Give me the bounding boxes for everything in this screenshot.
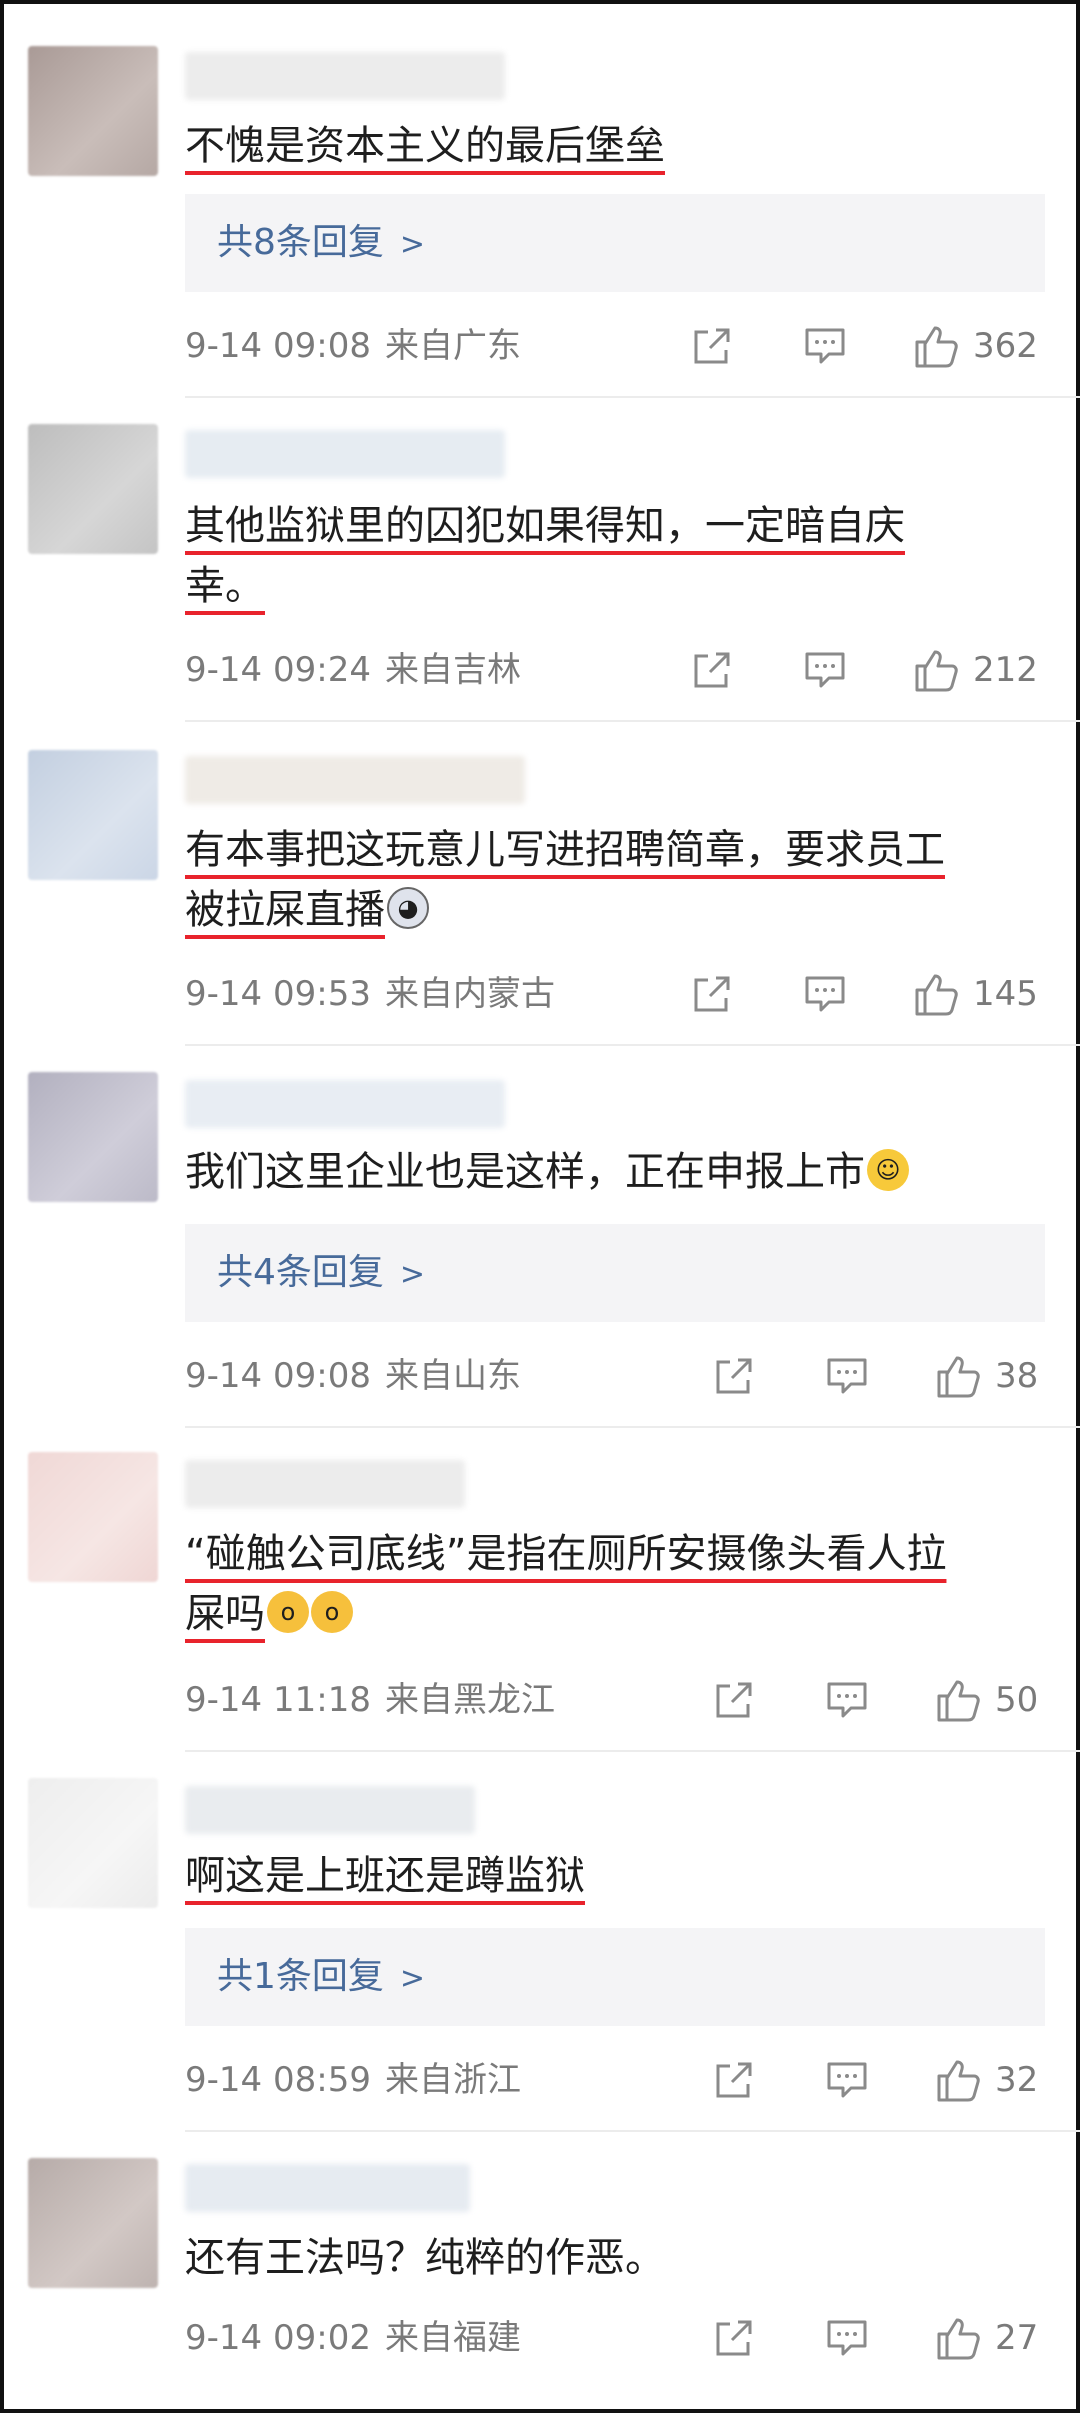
like-count: 362 [973, 326, 1038, 366]
like-button[interactable]: 362 [913, 316, 1038, 376]
avatar[interactable] [28, 750, 158, 880]
avatar[interactable] [28, 1072, 158, 1202]
timestamp: 9-14 09:53 [185, 974, 371, 1014]
chevron-right-icon: > [399, 1961, 426, 1996]
timestamp: 9-14 09:02 [185, 2318, 371, 2358]
location: 来自广东 [384, 326, 521, 366]
avatar[interactable] [28, 1778, 158, 1908]
scared-emoji: o [267, 1591, 309, 1633]
like-count: 27 [995, 2318, 1039, 2358]
thumbs-up-icon [937, 1356, 980, 1398]
thumbs-up-icon [915, 326, 958, 368]
thumbs-up-icon [915, 974, 958, 1016]
thumbs-up-icon [915, 650, 958, 692]
divider [185, 1044, 1080, 1046]
username-blurred[interactable] [185, 2164, 470, 2212]
comment-text: 我们这里企业也是这样，正在申报上市 ☺ [185, 1142, 1045, 1202]
comment-meta: 9-14 09:02 来自福建 27 [185, 2308, 1045, 2368]
comment-meta: 9-14 11:18 来自黑龙江 50 [185, 1670, 1045, 1730]
divider [185, 1426, 1080, 1428]
grin-emoji: ☺ [867, 1149, 909, 1191]
username-blurred[interactable] [185, 430, 505, 478]
like-button[interactable]: 27 [935, 2308, 1038, 2368]
chevron-right-icon: > [399, 227, 426, 262]
like-count: 50 [995, 1680, 1039, 1720]
timestamp: 9-14 09:08 [185, 326, 371, 366]
comment-text: 不愧是资本主义的最后堡垒 [185, 123, 665, 169]
like-count: 145 [973, 974, 1038, 1014]
view-replies-button[interactable]: 共1条回复 > [185, 1928, 1045, 2026]
divider [185, 2130, 1080, 2132]
comment-meta: 9-14 09:08 来自山东 38 [185, 1346, 1045, 1406]
scared-emoji: o [311, 1591, 353, 1633]
thumbs-up-icon [937, 2060, 980, 2102]
location: 来自黑龙江 [384, 1680, 555, 1720]
comment-meta: 9-14 08:59 来自浙江 32 [185, 2050, 1045, 2110]
like-count: 212 [973, 650, 1038, 690]
comment-icon[interactable] [825, 2058, 869, 2102]
comment-meta: 9-14 09:24 来自吉林 212 [185, 640, 1045, 700]
comment-text: “碰触公司底线”是指在厕所安摄像头看人拉 屎吗 o o [185, 1531, 947, 1637]
username-blurred[interactable] [185, 1080, 505, 1128]
timestamp: 9-14 09:08 [185, 1356, 371, 1396]
comment-meta: 9-14 09:53 来自内蒙古 145 [185, 964, 1045, 1024]
timestamp: 9-14 11:18 [185, 1680, 371, 1720]
share-icon[interactable] [712, 1354, 756, 1398]
like-button[interactable]: 50 [935, 1670, 1038, 1730]
comment-icon[interactable] [803, 324, 847, 368]
like-button[interactable]: 38 [935, 1346, 1038, 1406]
timestamp: 9-14 08:59 [185, 2060, 371, 2100]
username-blurred[interactable] [185, 1460, 465, 1508]
avatar[interactable] [28, 424, 158, 554]
comment-icon[interactable] [803, 972, 847, 1016]
username-blurred[interactable] [185, 1786, 475, 1834]
view-replies-button[interactable]: 共8条回复 > [185, 194, 1045, 292]
comment-meta: 9-14 09:08 来自广东 362 [185, 316, 1045, 376]
username-blurred[interactable] [185, 52, 505, 100]
share-icon[interactable] [712, 2058, 756, 2102]
comment-text: 其他监狱里的囚犯如果得知，一定暗自庆 幸。 [185, 503, 905, 609]
like-count: 38 [995, 1356, 1039, 1396]
comment-icon[interactable] [803, 648, 847, 692]
location: 来自吉林 [384, 650, 521, 690]
share-icon[interactable] [712, 2316, 756, 2360]
dog-emoji: ◕ [387, 887, 429, 929]
share-icon[interactable] [712, 1678, 756, 1722]
location: 来自浙江 [384, 2060, 521, 2100]
divider [185, 1750, 1080, 1752]
comment-text: 啊这是上班还是蹲监狱 [185, 1853, 585, 1899]
comment-text: 还有王法吗？纯粹的作恶。 [185, 2235, 665, 2281]
comment-icon[interactable] [825, 1678, 869, 1722]
avatar[interactable] [28, 46, 158, 176]
location: 来自福建 [384, 2318, 521, 2358]
like-count: 32 [995, 2060, 1039, 2100]
avatar[interactable] [28, 2158, 158, 2288]
thumbs-up-icon [937, 2318, 980, 2360]
share-icon[interactable] [690, 972, 734, 1016]
share-icon[interactable] [690, 648, 734, 692]
timestamp: 9-14 09:24 [185, 650, 371, 690]
share-icon[interactable] [690, 324, 734, 368]
username-blurred[interactable] [185, 756, 525, 804]
location: 来自山东 [384, 1356, 521, 1396]
comment-icon[interactable] [825, 2316, 869, 2360]
location: 来自内蒙古 [384, 974, 555, 1014]
divider [185, 720, 1080, 722]
comment-icon[interactable] [825, 1354, 869, 1398]
like-button[interactable]: 145 [913, 964, 1038, 1024]
divider [185, 396, 1080, 398]
chevron-right-icon: > [399, 1257, 426, 1292]
like-button[interactable]: 212 [913, 640, 1038, 700]
thumbs-up-icon [937, 1680, 980, 1722]
avatar[interactable] [28, 1452, 158, 1582]
like-button[interactable]: 32 [935, 2050, 1038, 2110]
comment-text: 有本事把这玩意儿写进招聘简章，要求员工 被拉屎直播 ◕ [185, 827, 945, 933]
view-replies-button[interactable]: 共4条回复 > [185, 1224, 1045, 1322]
